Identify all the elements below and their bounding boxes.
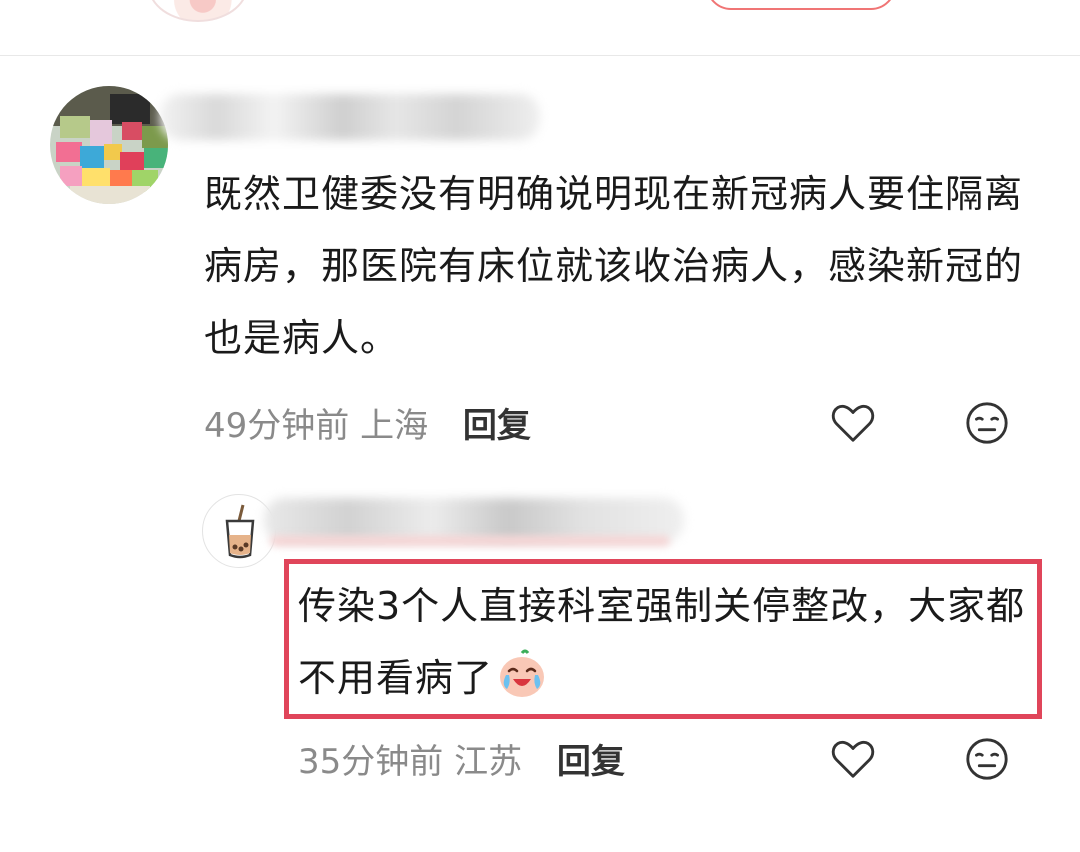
comment-meta: 35分钟前 江苏 回复 <box>298 734 625 783</box>
neutral-face-icon[interactable] <box>964 400 1010 446</box>
divider <box>0 55 1080 56</box>
username-underline <box>270 536 670 546</box>
previous-commenter-avatar[interactable] <box>148 0 248 22</box>
heart-icon[interactable] <box>830 400 876 446</box>
timestamp: 49分钟前 <box>204 406 350 446</box>
crying-laughing-emoji-icon <box>500 649 545 697</box>
comment-text: 既然卫健委没有明确说明现在新冠病人要住隔离病房，那医院有床位就该收治病人，感染新… <box>204 172 1024 360</box>
follow-button[interactable] <box>706 0 896 10</box>
neutral-face-icon[interactable] <box>964 736 1010 782</box>
heart-icon[interactable] <box>830 736 876 782</box>
location: 上海 <box>360 406 429 446</box>
reply-button[interactable]: 回复 <box>557 742 625 782</box>
avatar[interactable] <box>202 494 276 568</box>
avatar[interactable] <box>50 86 168 204</box>
reply-text-content: 传染3个人直接科室强制关停整改，大家都不用看病了 <box>298 584 1026 700</box>
reply-text: 传染3个人直接科室强制关停整改，大家都不用看病了 <box>298 570 1028 714</box>
reply-button[interactable]: 回复 <box>463 406 531 446</box>
comment-meta: 49分钟前 上海 回复 <box>204 398 531 447</box>
timestamp: 35分钟前 <box>298 742 444 782</box>
username[interactable] <box>160 94 540 140</box>
location: 江苏 <box>454 742 523 782</box>
